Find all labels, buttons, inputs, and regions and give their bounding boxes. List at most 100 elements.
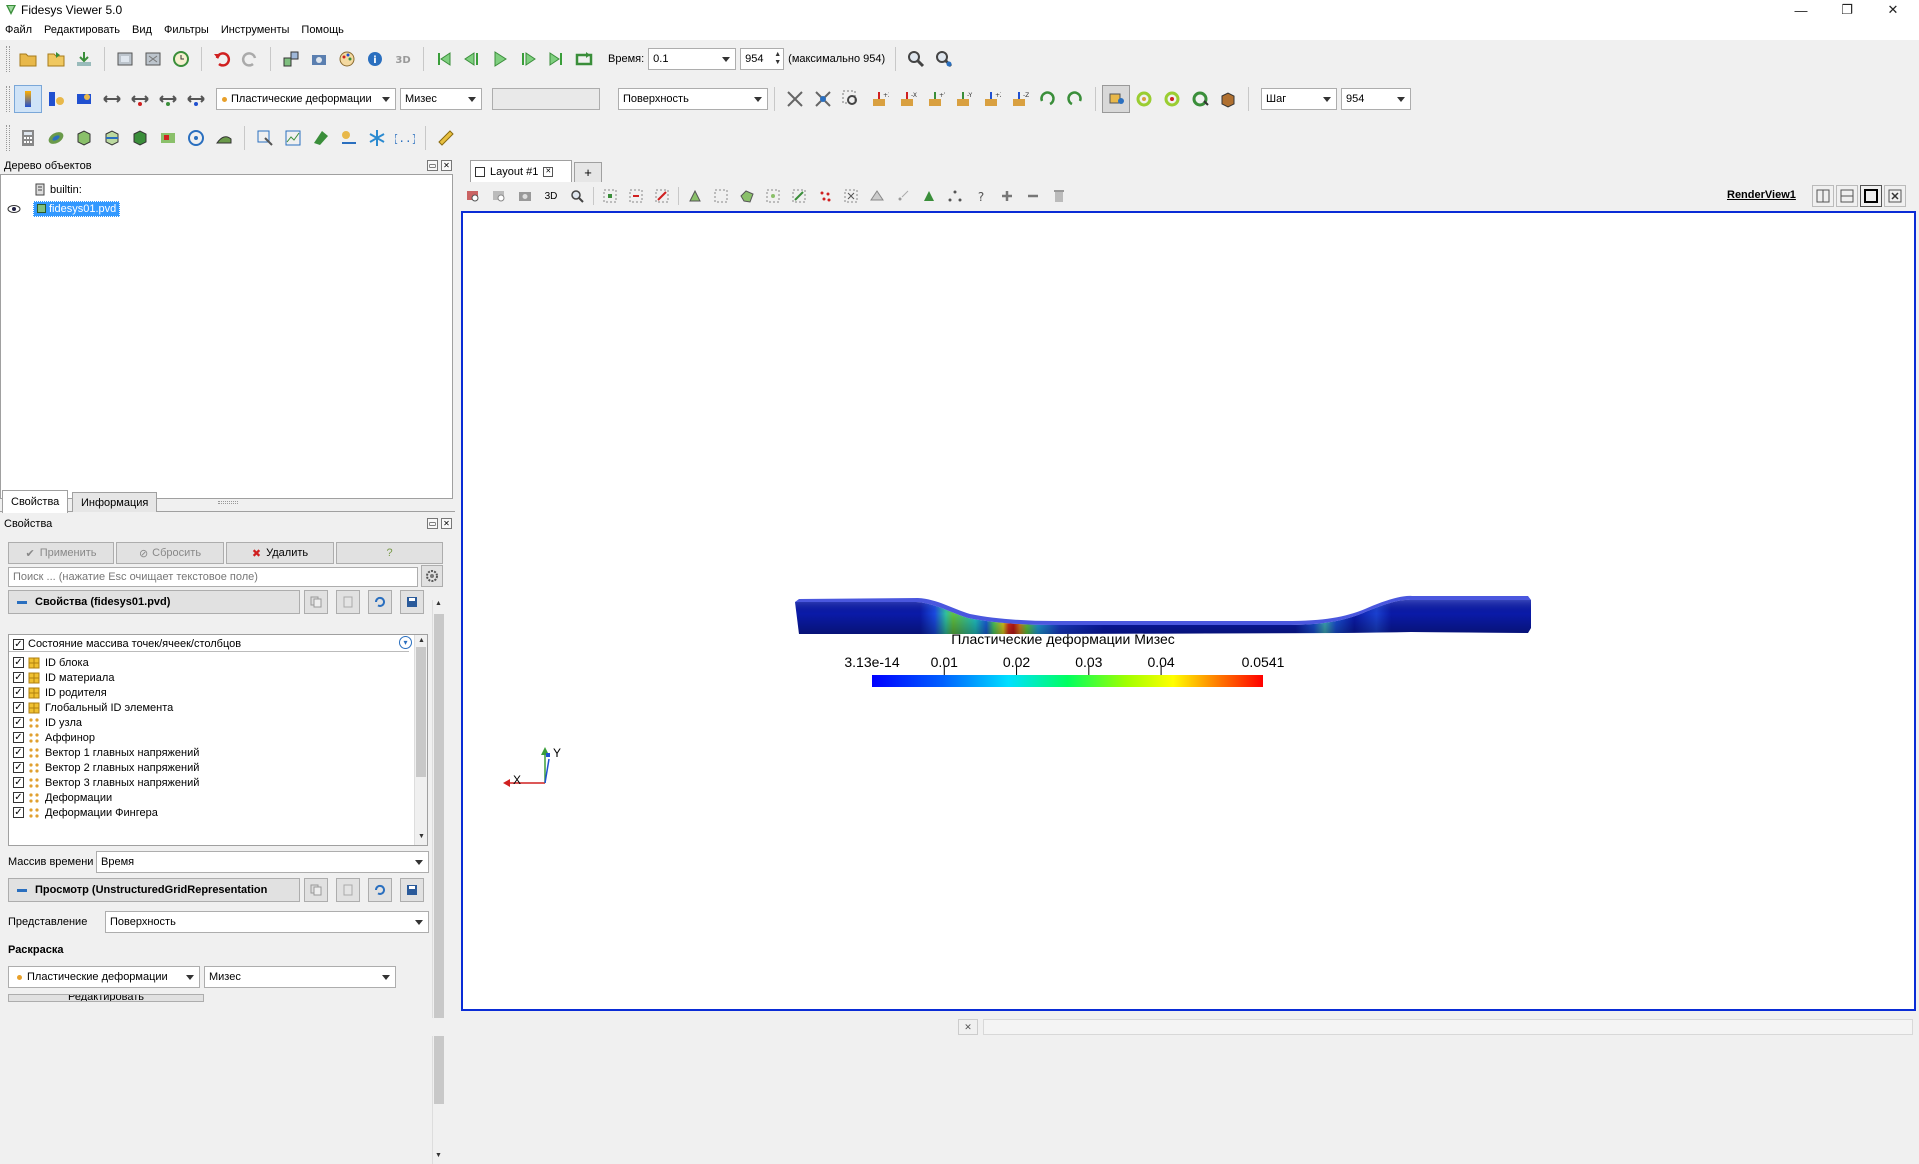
array-checkbox[interactable]: ✓ xyxy=(13,792,24,803)
warp-button[interactable] xyxy=(210,124,238,152)
undo-button[interactable] xyxy=(208,45,236,73)
close-window-button[interactable]: ✕ xyxy=(1870,0,1916,20)
array-checkbox[interactable]: ✓ xyxy=(13,777,24,788)
previous-frame-button[interactable] xyxy=(458,45,486,73)
array-row[interactable]: ✓ Аффинор xyxy=(9,730,409,745)
view-3d-toggle[interactable]: 3D xyxy=(538,185,564,207)
minimize-button[interactable]: — xyxy=(1778,0,1824,20)
array-checkbox[interactable]: ✓ xyxy=(13,732,24,743)
find-data-button[interactable] xyxy=(902,45,930,73)
array-row[interactable]: ✓ Вектор 1 главных напряжений xyxy=(9,745,409,760)
play-button[interactable] xyxy=(486,45,514,73)
copy-view-button[interactable] xyxy=(304,878,328,902)
view-plus-x-button[interactable]: +X xyxy=(865,85,893,113)
group-datasets-button[interactable] xyxy=(363,124,391,152)
component-select[interactable]: Мизес xyxy=(400,88,482,110)
pipeline-browser[interactable]: builtin: fidesys01.pvd xyxy=(0,174,453,499)
select-blocks-button[interactable] xyxy=(760,185,786,207)
select-frustum-button[interactable] xyxy=(649,185,675,207)
query-selection-button[interactable]: ? xyxy=(968,185,994,207)
edit-colormap-button[interactable] xyxy=(42,85,70,113)
save-defaults-button[interactable] xyxy=(400,590,424,614)
array-row[interactable]: ✓ ID родителя xyxy=(9,685,409,700)
extract-subset-button[interactable] xyxy=(154,124,182,152)
open-folder-button[interactable] xyxy=(14,45,42,73)
slice-button[interactable] xyxy=(98,124,126,152)
empty-select[interactable] xyxy=(492,88,600,110)
array-row[interactable]: ✓ ID материала xyxy=(9,670,409,685)
python-script-button[interactable]: {..} xyxy=(391,124,419,152)
hover-cells-button[interactable] xyxy=(838,185,864,207)
menu-edit[interactable]: Редактировать xyxy=(44,24,120,36)
render-view[interactable]: Пластические деформации Мизес 3.13e-14 0.… xyxy=(461,211,1916,1011)
view-undo-button[interactable] xyxy=(486,185,512,207)
center-rotation-button[interactable] xyxy=(1158,85,1186,113)
render-scene[interactable]: Пластические деформации Мизес 3.13e-14 0.… xyxy=(463,213,1914,1009)
select-cells-through-button[interactable] xyxy=(682,185,708,207)
view-minus-y-button[interactable]: -Y xyxy=(949,85,977,113)
stream-tracer-button[interactable] xyxy=(307,124,335,152)
maximize-view-button[interactable] xyxy=(1860,185,1882,207)
array-row[interactable]: ✓ ID блока xyxy=(9,655,409,670)
tab-properties[interactable]: Свойства xyxy=(2,490,69,513)
time-array-select[interactable]: Время xyxy=(96,851,429,873)
color-palette-button[interactable] xyxy=(333,45,361,73)
view-plus-z-button[interactable]: +Z xyxy=(977,85,1005,113)
advanced-settings-button[interactable] xyxy=(421,565,443,587)
array-row[interactable]: ✓ Глобальный ID элемента xyxy=(9,700,409,715)
disconnect-button[interactable] xyxy=(139,45,167,73)
menu-tools[interactable]: Инструменты xyxy=(221,24,290,36)
reset-button[interactable]: ⊘ Сбросить xyxy=(116,542,224,564)
open-recent-button[interactable] xyxy=(42,45,70,73)
rescale-visible-button[interactable] xyxy=(182,85,210,113)
time-select[interactable]: 0.1 xyxy=(648,48,737,70)
last-frame-button[interactable] xyxy=(542,45,570,73)
scalar-bar-button[interactable] xyxy=(70,85,98,113)
float-panel-button[interactable]: ▭ xyxy=(427,160,438,171)
help-button[interactable]: ? xyxy=(336,542,443,564)
array-checkbox[interactable]: ✓ xyxy=(13,807,24,818)
view-plus-y-button[interactable]: +Y xyxy=(921,85,949,113)
reset-view-button[interactable] xyxy=(460,185,486,207)
connect-button[interactable] xyxy=(111,45,139,73)
3d-view-button[interactable]: 3D xyxy=(389,45,417,73)
zoom-to-data-button[interactable] xyxy=(809,85,837,113)
zoom-to-box-button[interactable] xyxy=(837,85,865,113)
reset-session-button[interactable] xyxy=(167,45,195,73)
close-panel-button[interactable]: ✕ xyxy=(441,518,452,529)
view-minus-z-button[interactable]: -Z xyxy=(1005,85,1033,113)
first-frame-button[interactable] xyxy=(430,45,458,73)
timestep-spinbox[interactable]: 954 ▲ ▼ xyxy=(740,48,785,70)
pick-center-button[interactable] xyxy=(1186,85,1214,113)
array-checkbox[interactable]: ✓ xyxy=(13,702,24,713)
toggle-color-legend-button[interactable] xyxy=(14,85,42,113)
array-row[interactable]: ✓ Деформации xyxy=(9,790,409,805)
select-points-through-button[interactable] xyxy=(708,185,734,207)
coloring-component-select[interactable]: Мизес xyxy=(204,966,396,988)
find-data-settings-button[interactable] xyxy=(930,45,958,73)
mesh-quality-button[interactable] xyxy=(335,124,363,152)
plot-selection-button[interactable] xyxy=(942,185,968,207)
restore-button[interactable]: ❐ xyxy=(1824,0,1870,20)
split-horizontal-button[interactable] xyxy=(1812,185,1834,207)
view-zoom-button[interactable] xyxy=(564,185,590,207)
arrays-scroll-thumb[interactable] xyxy=(416,647,426,777)
probe-button[interactable] xyxy=(251,124,279,152)
reload-defaults-button[interactable] xyxy=(368,590,392,614)
array-row[interactable]: ✓ Вектор 3 главных напряжений xyxy=(9,775,409,790)
array-checkbox[interactable]: ✓ xyxy=(13,657,24,668)
select-cells-on-button[interactable] xyxy=(597,185,623,207)
float-panel-button[interactable]: ▭ xyxy=(427,518,438,529)
representation-select[interactable]: Поверхность xyxy=(618,88,768,110)
view-section-header[interactable]: Просмотр (UnstructuredGridRepresentation xyxy=(8,878,300,902)
toolbar-handle[interactable] xyxy=(6,46,10,72)
color-legend[interactable]: Пластические деформации Мизес 3.13e-14 0.… xyxy=(844,631,1285,687)
array-checkbox[interactable]: ✓ xyxy=(13,762,24,773)
arrays-scrollbar[interactable]: ▲ ▼ xyxy=(414,635,427,845)
save-data-button[interactable] xyxy=(70,45,98,73)
pipeline-button[interactable] xyxy=(277,45,305,73)
properties-search-input[interactable]: Поиск ... (нажатие Esc очищает текстовое… xyxy=(8,567,418,587)
add-layout-button[interactable]: + xyxy=(574,162,602,182)
paste-properties-button[interactable] xyxy=(336,590,360,614)
clip-button[interactable] xyxy=(70,124,98,152)
